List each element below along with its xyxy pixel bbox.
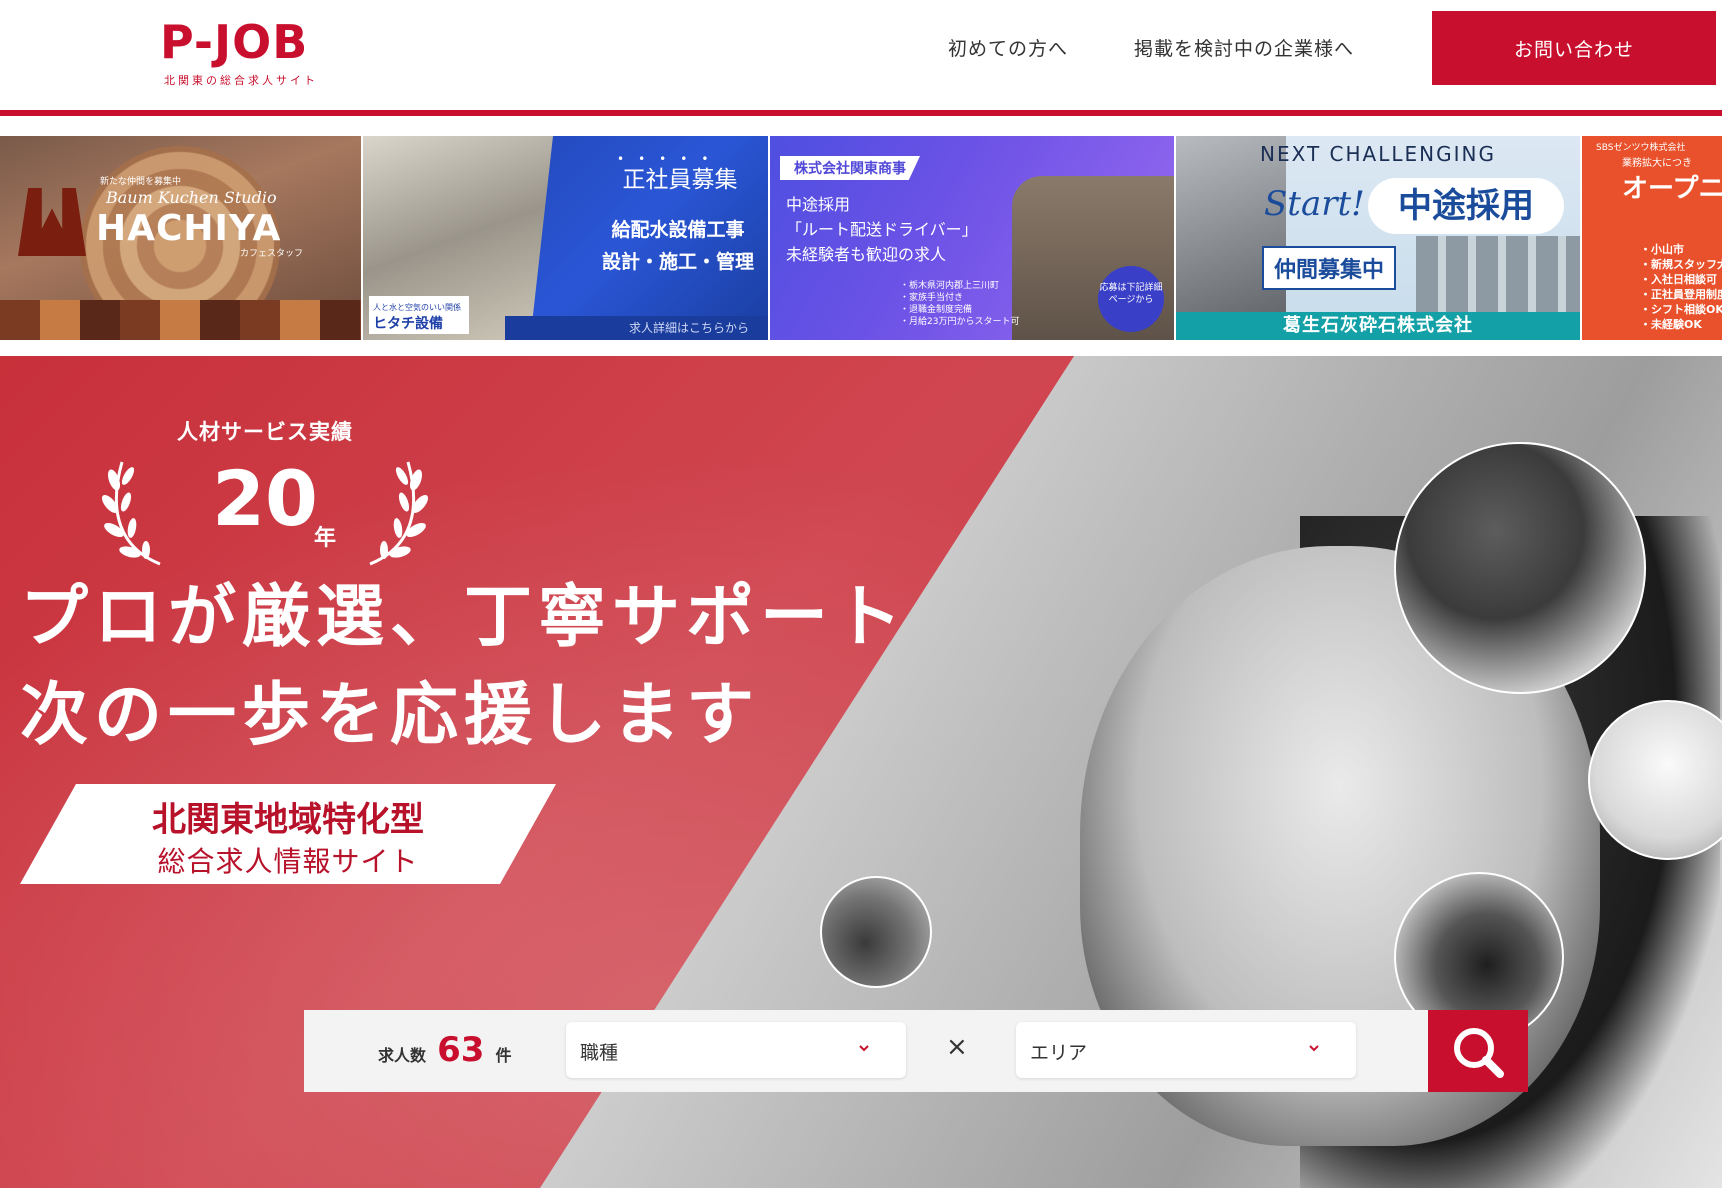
- bullet: ・月給23万円からスタート可: [900, 317, 1020, 327]
- bullet: ・新規スタッフ大: [1640, 258, 1722, 271]
- bullet: ・小山市: [1640, 243, 1684, 256]
- banner-kuzuu-nakama: 仲間募集中: [1262, 246, 1397, 290]
- banner-sbs-list: ・小山市 ・新規スタッフ大 ・入社日相談可 ・正社員登用制度 ・シフト相談OK …: [1640, 242, 1722, 332]
- contact-button[interactable]: お問い合わせ: [1432, 11, 1716, 85]
- banner-kuzuu-company: 葛生石灰砕石株式会社: [1176, 312, 1580, 340]
- banner-kuzuu-start: Start!: [1264, 184, 1365, 224]
- search-button[interactable]: [1428, 1010, 1528, 1092]
- banner-hitachi[interactable]: ••••• 正社員募集 給配水設備工事 設計・施工・管理 人と水と空気のいい関係…: [363, 136, 768, 340]
- banner-sbs-sub: 業務拡大につき: [1622, 158, 1692, 169]
- bullet: ・家族手当付き: [900, 293, 964, 303]
- achievement-badge: 人材サービス実績 20 年: [100, 416, 430, 566]
- banner-kanto-bullets: ・栃木県河内郡上三川町 ・家族手当付き ・退職金制度完備 ・月給23万円からスタ…: [900, 280, 1019, 328]
- banner-kanto-line1: 中途採用: [786, 195, 851, 214]
- banner-kuzuu[interactable]: NEXT CHALLENGING Start! 中途採用 仲間募集中 葛生石灰砕…: [1176, 136, 1580, 340]
- banner-hitachi-more: 求人詳細はこちらから ›››: [505, 316, 768, 340]
- banner-kanto-line2: 「ルート配送ドライバー」: [786, 220, 978, 239]
- chevron-down-icon: [859, 1045, 869, 1052]
- site-header: P-JOB 北関東の総合求人サイト 初めての方へ 掲載を検討中の企業様へ お問い…: [0, 0, 1722, 112]
- hachiya-logo-mark: [18, 188, 86, 256]
- banner-hitachi-company-tag: 人と水と空気のいい関係: [373, 303, 461, 312]
- worker-photo: [1176, 136, 1286, 340]
- hero-catchcopy: プロが厳選、丁寧サポート 次の一歩を応援します: [20, 568, 908, 764]
- banner-sbs[interactable]: SBSゼンツウ株式会社 業務拡大につき オープニ ・小山市 ・新規スタッフ大 ・…: [1582, 136, 1722, 340]
- banner-hachiya-script: Baum Kuchen Studio: [106, 188, 277, 207]
- banner-hitachi-company: 人と水と空気のいい関係 ヒタチ設備: [369, 296, 469, 334]
- site-logo[interactable]: P-JOB 北関東の総合求人サイト: [160, 14, 380, 94]
- banner-hitachi-jobs: 給配水設備工事 設計・施工・管理: [583, 214, 768, 278]
- banner-sbs-corp: SBSゼンツウ株式会社: [1596, 143, 1686, 153]
- banner-kanto-company: 株式会社関東商事: [780, 156, 920, 180]
- times-symbol: ×: [946, 1032, 968, 1062]
- banner-hitachi-job-line1: 給配水設備工事: [611, 219, 745, 241]
- circle-photo-phone: [820, 876, 932, 988]
- header-divider: [0, 110, 1722, 116]
- bullet: ・正社員登用制度: [1640, 288, 1722, 301]
- job-search-bar: 求人数 63 件 職種 × エリア: [304, 1010, 1528, 1092]
- banner-hitachi-company-name: ヒタチ設備: [373, 316, 443, 332]
- region-card: 北関東地域特化型 総合求人情報サイト: [20, 784, 556, 884]
- banner-hitachi-title: 正社員募集: [622, 167, 738, 193]
- job-type-select-value: 職種: [580, 1042, 619, 1064]
- banner-kanto[interactable]: 株式会社関東商事 中途採用 「ルート配送ドライバー」 未経験者も歓迎の求人 ・栃…: [770, 136, 1174, 340]
- banner-hitachi-job-line2: 設計・施工・管理: [601, 251, 754, 273]
- cakes-image: [0, 300, 361, 340]
- banner-hachiya-note: カフェスタッフ: [240, 249, 304, 259]
- banner-kanto-copy: 中途採用 「ルート配送ドライバー」 未経験者も歓迎の求人: [786, 192, 978, 267]
- magnifier-icon: [1454, 1028, 1504, 1078]
- banner-kuzuu-headline: NEXT CHALLENGING: [1260, 142, 1496, 166]
- bullet: ・入社日相談可: [1640, 273, 1717, 286]
- logo-text: P-JOB: [160, 15, 309, 69]
- hero-section: 人材サービス実績 20 年 プロが厳選、丁寧サポート 次の一歩を応援します 北関…: [0, 356, 1722, 1188]
- bullet: ・シフト相談OK: [1640, 303, 1722, 316]
- area-select[interactable]: エリア: [1016, 1022, 1356, 1078]
- nav-first-time[interactable]: 初めての方へ: [948, 34, 1068, 61]
- laurel-left-icon: [101, 461, 161, 566]
- bullet: ・退職金制度完備: [900, 305, 973, 315]
- circle-photo-worker: [1394, 442, 1646, 694]
- banner-hachiya-brand: HACHIYA: [96, 208, 282, 249]
- achievement-label: 人材サービス実績: [177, 420, 353, 444]
- job-type-select[interactable]: 職種: [566, 1022, 906, 1078]
- hero-catch-line1: プロが厳選、丁寧サポート: [20, 577, 909, 657]
- bullet: ・栃木県河内郡上三川町: [900, 281, 1000, 291]
- bullet: ・未経験OK: [1640, 318, 1702, 331]
- banner-kanto-badge: 応募は下記詳細ページから: [1098, 266, 1164, 332]
- banner-sbs-open: オープニ: [1622, 174, 1722, 204]
- job-count-number: 63: [437, 1030, 485, 1070]
- hero-catch-line2: 次の一歩を応援します: [20, 675, 761, 755]
- laurel-right-icon: [369, 461, 429, 566]
- job-count: 求人数 63 件: [378, 1030, 512, 1070]
- achievement-years-unit: 年: [314, 526, 337, 551]
- banner-hachiya-tag: 新たな仲間を募集中: [100, 177, 182, 187]
- banner-hachiya[interactable]: 新たな仲間を募集中 Baum Kuchen Studio HACHIYA カフェ…: [0, 136, 361, 340]
- banner-kuzuu-recruit: 中途採用: [1368, 178, 1564, 234]
- staff-photo: [1416, 236, 1580, 316]
- logo-tagline: 北関東の総合求人サイト: [164, 74, 318, 87]
- region-title: 北関東地域特化型: [152, 800, 424, 840]
- region-subtitle: 総合求人情報サイト: [157, 845, 419, 878]
- chevron-down-icon: [1309, 1045, 1319, 1052]
- banner-carousel: 新たな仲間を募集中 Baum Kuchen Studio HACHIYA カフェ…: [0, 136, 1722, 340]
- job-count-suffix: 件: [495, 1046, 512, 1065]
- banner-hitachi-more-label: 求人詳細はこちらから: [629, 321, 750, 335]
- banner-kanto-line3: 未経験者も歓迎の求人: [786, 245, 947, 264]
- area-select-value: エリア: [1030, 1042, 1088, 1064]
- job-count-prefix: 求人数: [378, 1046, 427, 1065]
- nav-for-companies[interactable]: 掲載を検討中の企業様へ: [1134, 34, 1354, 61]
